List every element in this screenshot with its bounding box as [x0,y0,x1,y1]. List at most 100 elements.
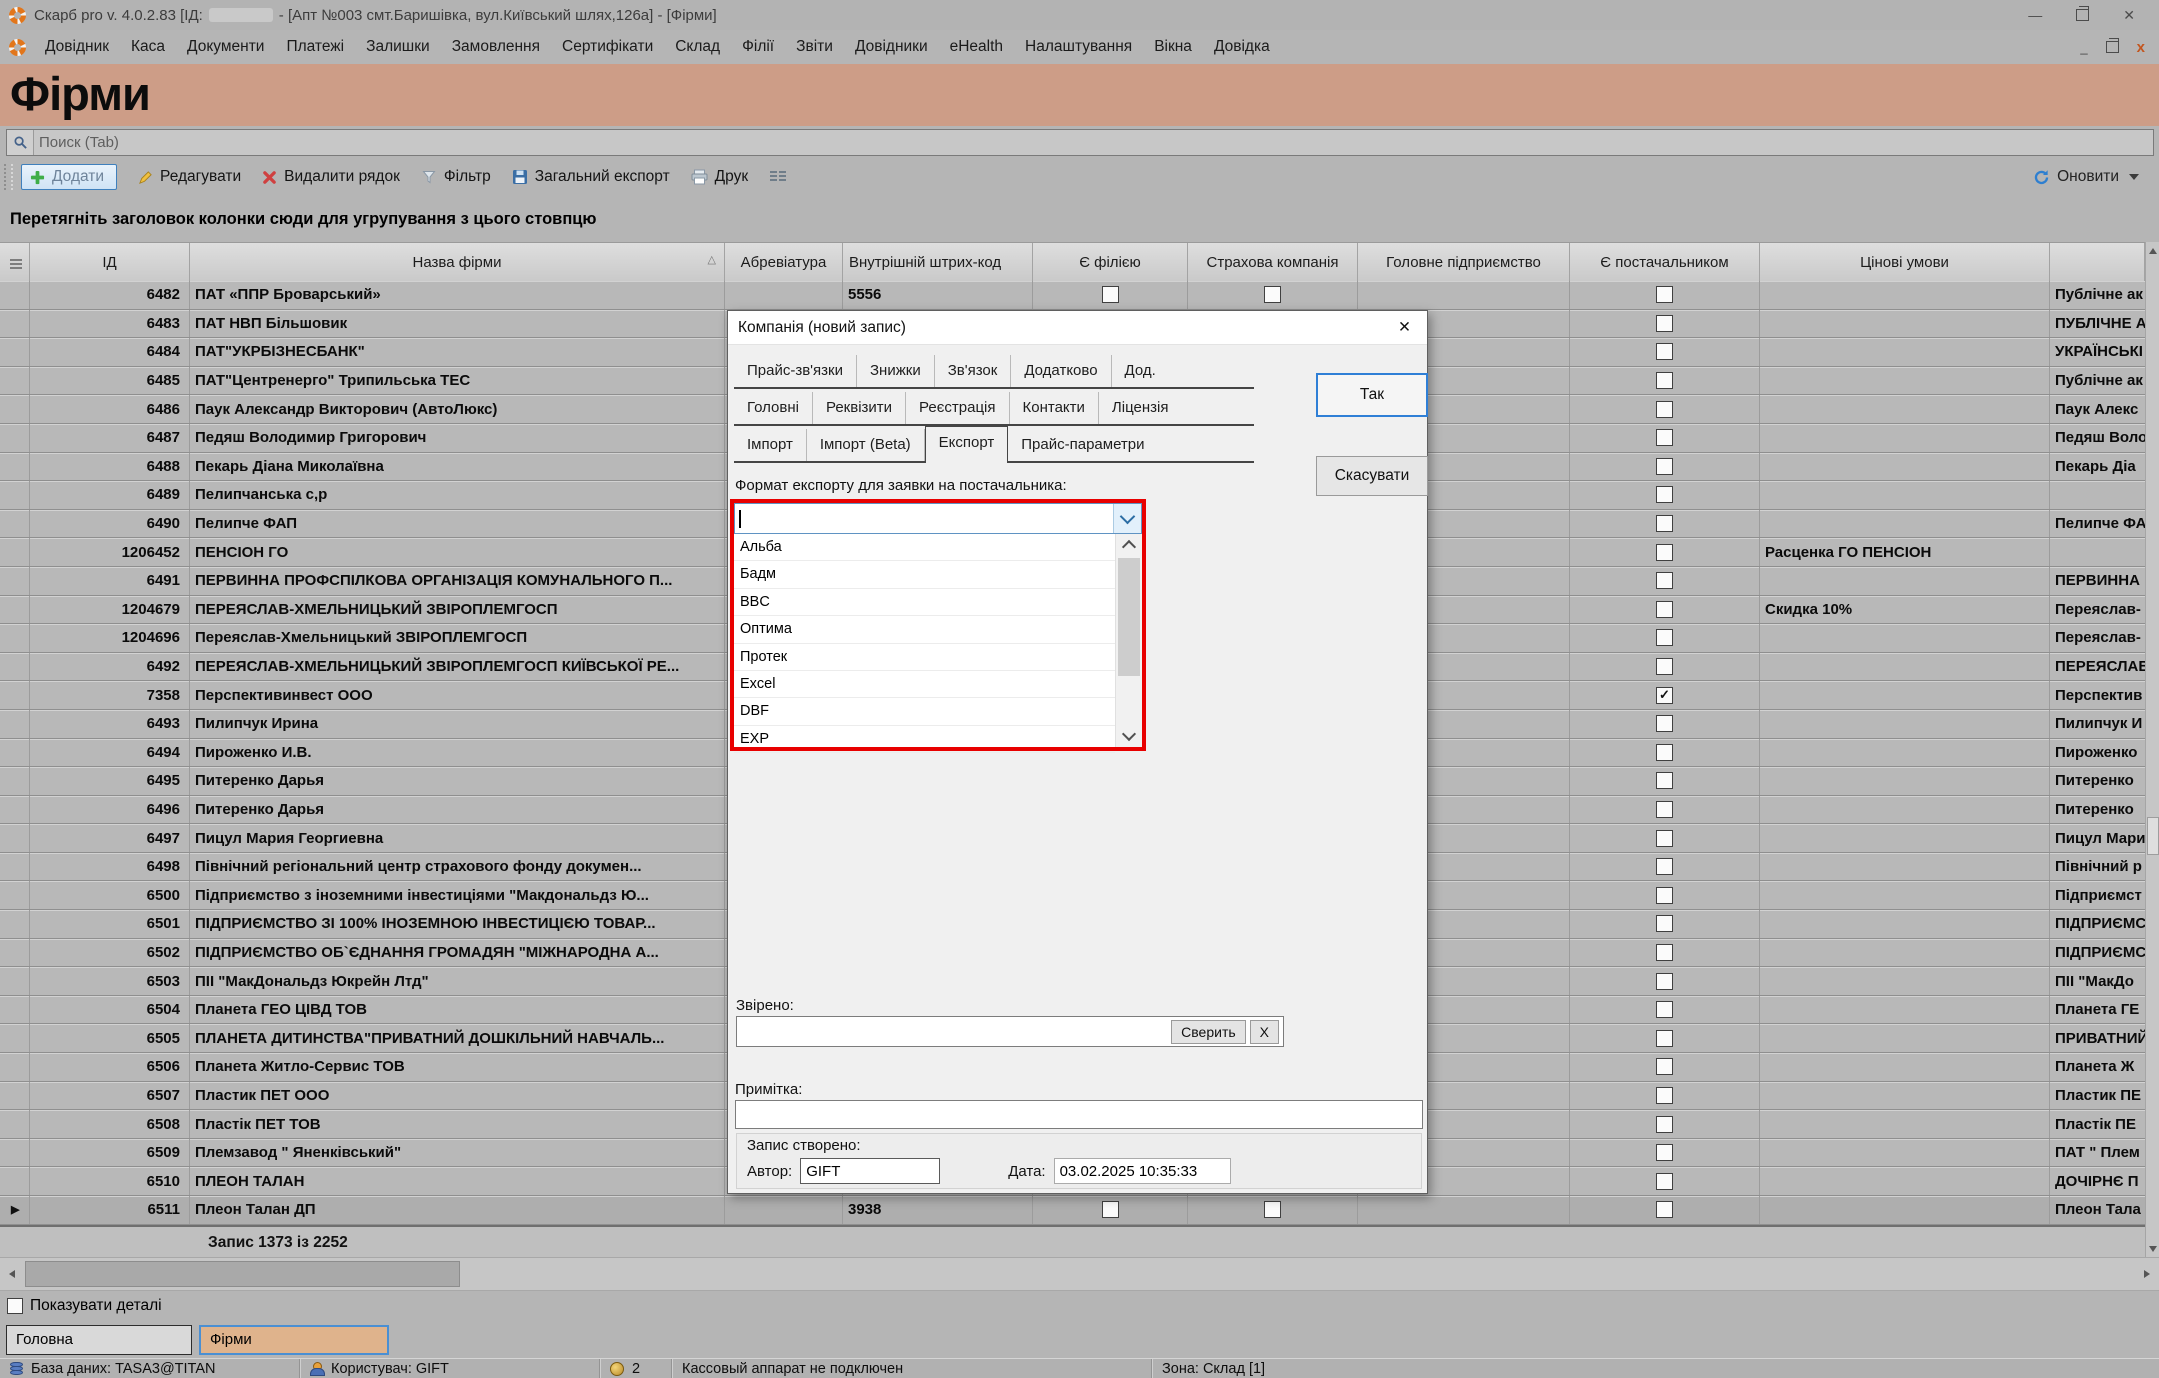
supplier-checkbox[interactable]: ✓ [1656,772,1673,789]
supplier-checkbox[interactable]: ✓ [1656,572,1673,589]
menu-item[interactable]: Замовлення [441,34,551,60]
supplier-checkbox[interactable]: ✓ [1656,801,1673,818]
supplier-checkbox[interactable]: ✓ [1656,744,1673,761]
dropdown-scrollbar[interactable] [1115,534,1142,747]
menu-item[interactable]: Склад [664,34,731,60]
restore-icon[interactable] [2076,9,2089,21]
menu-item[interactable]: Документи [176,34,275,60]
branch-checkbox[interactable] [1102,286,1119,303]
refresh-dropdown-caret[interactable] [2129,174,2139,180]
dialog-tab[interactable]: Імпорт (Beta) [807,429,925,461]
dialog-tab[interactable]: Експорт [925,426,1009,463]
dropdown-option[interactable]: EXP [734,726,1115,753]
scroll-up-arrow[interactable] [2147,243,2159,258]
dialog-tab[interactable]: Знижки [857,355,935,387]
supplier-checkbox[interactable]: ✓ [1656,973,1673,990]
supplier-checkbox[interactable]: ✓ [1656,887,1673,904]
supplier-checkbox[interactable]: ✓ [1656,315,1673,332]
filter-button[interactable]: Фільтр [421,168,491,186]
dialog-tab[interactable]: Реєстрація [906,392,1009,424]
dropdown-option[interactable]: Бадм [734,561,1115,588]
menu-item[interactable]: Звіти [785,34,844,60]
supplier-checkbox[interactable]: ✓ [1656,343,1673,360]
dropdown-option[interactable]: Оптима [734,616,1115,643]
supplier-checkbox[interactable]: ✓ [1656,1144,1673,1161]
dialog-tab[interactable]: Ліцензія [1099,392,1182,424]
date-input[interactable] [1054,1158,1231,1184]
tab-firms[interactable]: Фірми [199,1325,389,1355]
delete-row-button[interactable]: Видалити рядок [262,168,400,186]
dialog-tab[interactable]: Прайс-параметри [1008,429,1157,461]
supplier-checkbox[interactable]: ✓ [1656,401,1673,418]
insurance-checkbox[interactable] [1264,286,1281,303]
columns-button[interactable] [769,170,787,185]
menu-item[interactable]: Налаштування [1014,34,1143,60]
dialog-close-icon[interactable]: ✕ [1392,318,1417,337]
export-button[interactable]: Загальний експорт [512,168,670,186]
group-by-hint-zone[interactable]: Перетягніть заголовок колонки сюди для у… [0,196,2159,242]
mdi-restore-icon[interactable] [2106,41,2119,53]
cancel-button[interactable]: Скасувати [1316,456,1428,496]
table-row[interactable]: ▶ 6482 ПАТ «ППР Броварський» 5556 ✓ Публ… [0,281,2145,310]
header-supplier[interactable]: Є постачальником [1570,243,1760,282]
dialog-tab[interactable]: Головні [734,392,813,424]
vertical-scrollbar[interactable] [2145,242,2159,1257]
verify-button[interactable]: Сверить [1171,1020,1246,1044]
show-details-checkbox[interactable] [7,1298,23,1314]
mdi-close-icon[interactable]: x [2137,39,2145,56]
menu-item[interactable]: Довідник [34,34,120,60]
header-id[interactable]: ІД [30,243,190,282]
dialog-tab[interactable]: Дод. [1112,355,1169,387]
menu-item[interactable]: Залишки [355,34,441,60]
dialog-tab[interactable]: Зв'язок [935,355,1012,387]
dialog-tab[interactable]: Контакти [1010,392,1099,424]
menu-item[interactable]: Вікна [1143,34,1203,60]
supplier-checkbox[interactable]: ✓ [1656,458,1673,475]
combobox-dropdown-button[interactable] [1113,504,1141,533]
author-input[interactable] [800,1158,940,1184]
supplier-checkbox[interactable]: ✓ [1656,486,1673,503]
supplier-checkbox[interactable]: ✓ [1656,658,1673,675]
dropdown-option[interactable]: Excel [734,671,1115,698]
branch-checkbox[interactable] [1102,1201,1119,1218]
table-row[interactable]: ▶ 6511 Плеон Талан ДП 3938 ✓ Плеон Тала [0,1196,2145,1225]
search-input[interactable] [34,133,2153,152]
supplier-checkbox[interactable]: ✓ [1656,1116,1673,1133]
supplier-checkbox[interactable]: ✓ [1656,1030,1673,1047]
supplier-checkbox[interactable]: ✓ [1656,629,1673,646]
dropdown-option[interactable]: Альба [734,534,1115,561]
print-button[interactable]: Друк [691,168,748,186]
mdi-minimize-icon[interactable]: _ [2080,40,2087,55]
dropdown-scroll-thumb[interactable] [1118,558,1140,676]
scroll-left-arrow[interactable] [2,1262,22,1286]
add-button[interactable]: Додати [21,164,117,190]
menu-item[interactable]: Довідка [1203,34,1281,60]
edit-button[interactable]: Редагувати [138,168,241,186]
menu-item[interactable]: Платежі [275,34,355,60]
verify-clear-button[interactable]: X [1250,1020,1279,1044]
dropdown-option[interactable]: BBC [734,589,1115,616]
dialog-tab[interactable]: Імпорт [734,429,807,461]
header-insurance[interactable]: Страхова компанія [1188,243,1358,282]
menu-item[interactable]: Сертифікати [551,34,664,60]
dialog-tab[interactable]: Додатково [1011,355,1111,387]
supplier-checkbox[interactable]: ✓ [1656,715,1673,732]
vertical-scroll-thumb[interactable] [2147,817,2159,855]
supplier-checkbox[interactable]: ✓ [1656,858,1673,875]
supplier-checkbox[interactable]: ✓ [1656,429,1673,446]
supplier-checkbox[interactable]: ✓ [1656,286,1673,303]
menu-item[interactable]: Філії [731,34,785,60]
horizontal-scroll-thumb[interactable] [25,1261,460,1287]
dropdown-option[interactable]: DBF [734,698,1115,725]
header-abbr[interactable]: Абревіатура [725,243,843,282]
menu-item[interactable]: Каса [120,34,176,60]
export-format-combobox[interactable] [734,503,1142,534]
supplier-checkbox[interactable]: ✓ [1656,830,1673,847]
supplier-checkbox[interactable]: ✓ [1656,687,1673,704]
header-main-company[interactable]: Головне підприємство [1358,243,1570,282]
supplier-checkbox[interactable]: ✓ [1656,601,1673,618]
supplier-checkbox[interactable]: ✓ [1656,1058,1673,1075]
note-input[interactable] [736,1101,1152,1130]
supplier-checkbox[interactable]: ✓ [1656,544,1673,561]
header-branch[interactable]: Є філією [1033,243,1188,282]
